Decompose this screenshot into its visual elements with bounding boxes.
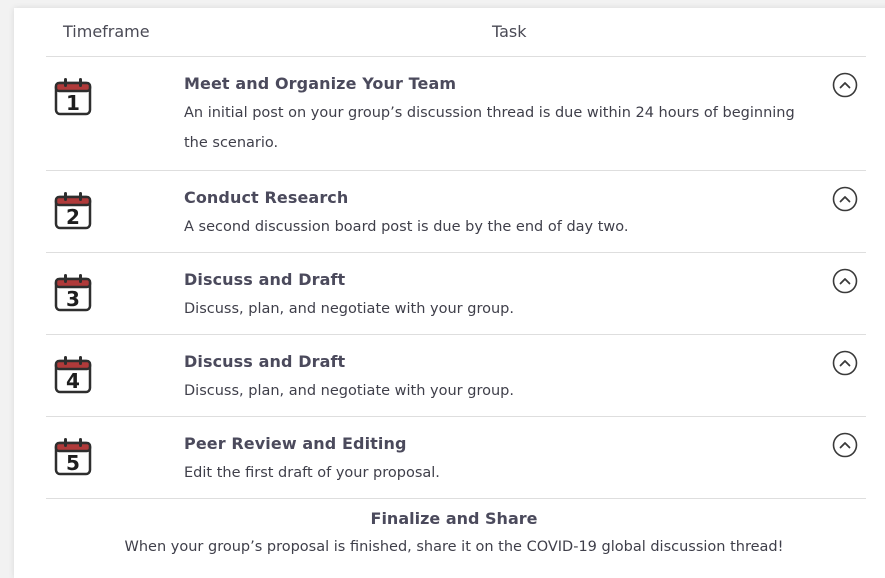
task-title: Discuss and Draft: [184, 270, 346, 289]
task-row-4: 4 Discuss and Draft Discuss, plan, and n…: [14, 334, 885, 416]
calendar-day-number: 4: [66, 369, 80, 393]
task-title: Meet and Organize Your Team: [184, 74, 457, 93]
calendar-day-number: 5: [66, 451, 80, 475]
calendar-day-number: 3: [66, 287, 80, 311]
task-row-3: 3 Discuss and Draft Discuss, plan, and n…: [14, 252, 885, 334]
task-row-5: 5 Peer Review and Editing Edit the first…: [14, 416, 885, 498]
task-row-1: 1 Meet and Organize Your Team An initial…: [14, 56, 885, 170]
chevron-up-circle-icon[interactable]: [832, 268, 858, 294]
header-timeframe: Timeframe: [63, 22, 150, 41]
calendar-icon: 2: [54, 192, 92, 230]
chevron-up-circle-icon[interactable]: [832, 432, 858, 458]
task-title: Peer Review and Editing: [184, 434, 407, 453]
calendar-day-number: 2: [66, 205, 80, 229]
task-description: An initial post on your group’s discussi…: [184, 105, 795, 151]
schedule-card: Timeframe Task 1 Meet and Organize Your …: [14, 8, 885, 578]
calendar-day-number: 1: [66, 91, 80, 115]
calendar-icon: 3: [54, 274, 92, 312]
chevron-up-circle-icon[interactable]: [832, 350, 858, 376]
chevron-up-circle-icon[interactable]: [832, 72, 858, 98]
final-title: Finalize and Share: [370, 509, 538, 528]
chevron-up-circle-icon[interactable]: [832, 186, 858, 212]
calendar-icon: 1: [54, 78, 92, 116]
task-row-2: 2 Conduct Research A second discussion b…: [14, 170, 885, 252]
header-task: Task: [492, 22, 527, 41]
task-description: Edit the first draft of your proposal.: [184, 465, 440, 481]
task-description: Discuss, plan, and negotiate with your g…: [184, 383, 514, 399]
table-header: Timeframe Task: [14, 8, 885, 56]
divider: [46, 498, 866, 499]
calendar-icon: 5: [54, 438, 92, 476]
task-description: A second discussion board post is due by…: [184, 219, 629, 235]
task-title: Discuss and Draft: [184, 352, 346, 371]
calendar-icon: 4: [54, 356, 92, 394]
task-description: Discuss, plan, and negotiate with your g…: [184, 301, 514, 317]
task-title: Conduct Research: [184, 188, 349, 207]
final-description: When your group’s proposal is finished, …: [124, 539, 784, 555]
